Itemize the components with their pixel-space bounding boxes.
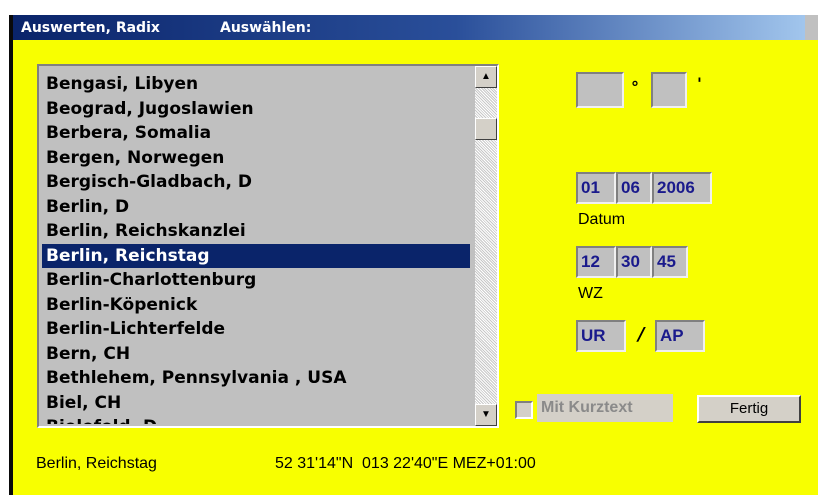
list-item-selected[interactable]: Berlin, Reichstag bbox=[42, 243, 470, 268]
list-item[interactable]: Bern, CH bbox=[42, 342, 470, 367]
list-item[interactable]: Berlin, Reichskanzlei bbox=[42, 219, 470, 244]
list-item[interactable]: Berlin-Köpenick bbox=[42, 293, 470, 318]
ap-field[interactable]: AP bbox=[655, 320, 705, 352]
ur-field[interactable]: UR bbox=[576, 320, 626, 352]
list-item[interactable]: Biel, CH bbox=[42, 391, 470, 416]
city-listbox[interactable]: Bengasi, Libyen Beograd, Jugoslawien Berbe… bbox=[37, 64, 499, 428]
title-auswerten-radix: Auswerten, Radix bbox=[21, 20, 160, 36]
scroll-up-button[interactable]: ▲ bbox=[475, 66, 497, 88]
scroll-thumb[interactable] bbox=[475, 118, 497, 140]
list-scrollbar[interactable]: ▲ ▼ bbox=[475, 66, 497, 426]
degree-symbol: ° bbox=[631, 78, 639, 97]
list-item[interactable]: Bergisch-Gladbach, D bbox=[42, 170, 470, 195]
triangle-up-icon: ▲ bbox=[481, 71, 491, 82]
list-item[interactable]: Berlin-Lichterfelde bbox=[42, 317, 470, 342]
date-day-input[interactable]: 01 bbox=[576, 172, 616, 204]
time-minute-input[interactable]: 30 bbox=[616, 246, 652, 278]
kurztext-checkbox[interactable] bbox=[515, 401, 533, 419]
title-bar: Auswerten, Radix Auswählen: bbox=[13, 15, 818, 40]
minute-symbol: ' bbox=[697, 74, 702, 93]
status-place: Berlin, Reichstag bbox=[36, 455, 157, 472]
city-list[interactable]: Bengasi, Libyen Beograd, Jugoslawien Berbe… bbox=[42, 72, 470, 424]
date-year-input[interactable]: 2006 bbox=[652, 172, 712, 204]
time-second-input[interactable]: 45 bbox=[652, 246, 688, 278]
list-item[interactable]: Bielefeld, D bbox=[42, 415, 470, 424]
date-month-input[interactable]: 06 bbox=[616, 172, 652, 204]
status-coordinates: 52 31'14"N 013 22'40"E MEZ+01:00 bbox=[275, 455, 536, 472]
list-item[interactable]: Bengasi, Libyen bbox=[42, 72, 470, 97]
mode-separator: / bbox=[638, 324, 645, 345]
time-hour-input[interactable]: 12 bbox=[576, 246, 616, 278]
wz-label: WZ bbox=[578, 285, 603, 302]
list-item[interactable]: Bethlehem, Pennsylvania , USA bbox=[42, 366, 470, 391]
list-item[interactable]: Berlin, D bbox=[42, 195, 470, 220]
degree-input[interactable] bbox=[576, 72, 624, 108]
triangle-down-icon: ▼ bbox=[481, 409, 491, 420]
datum-label: Datum bbox=[578, 211, 626, 228]
list-item[interactable]: Beograd, Jugoslawien bbox=[42, 97, 470, 122]
title-bar-end bbox=[805, 15, 818, 40]
kurztext-checkbox-label[interactable]: Mit Kurztext bbox=[537, 394, 673, 422]
list-item[interactable]: Berlin-Charlottenburg bbox=[42, 268, 470, 293]
fertig-button[interactable]: Fertig bbox=[697, 395, 801, 423]
minute-input[interactable] bbox=[651, 72, 687, 108]
list-item[interactable]: Berbera, Somalia bbox=[42, 121, 470, 146]
title-auswaehlen: Auswählen: bbox=[220, 20, 312, 36]
list-item[interactable]: Bergen, Norwegen bbox=[42, 146, 470, 171]
scroll-down-button[interactable]: ▼ bbox=[475, 404, 497, 426]
